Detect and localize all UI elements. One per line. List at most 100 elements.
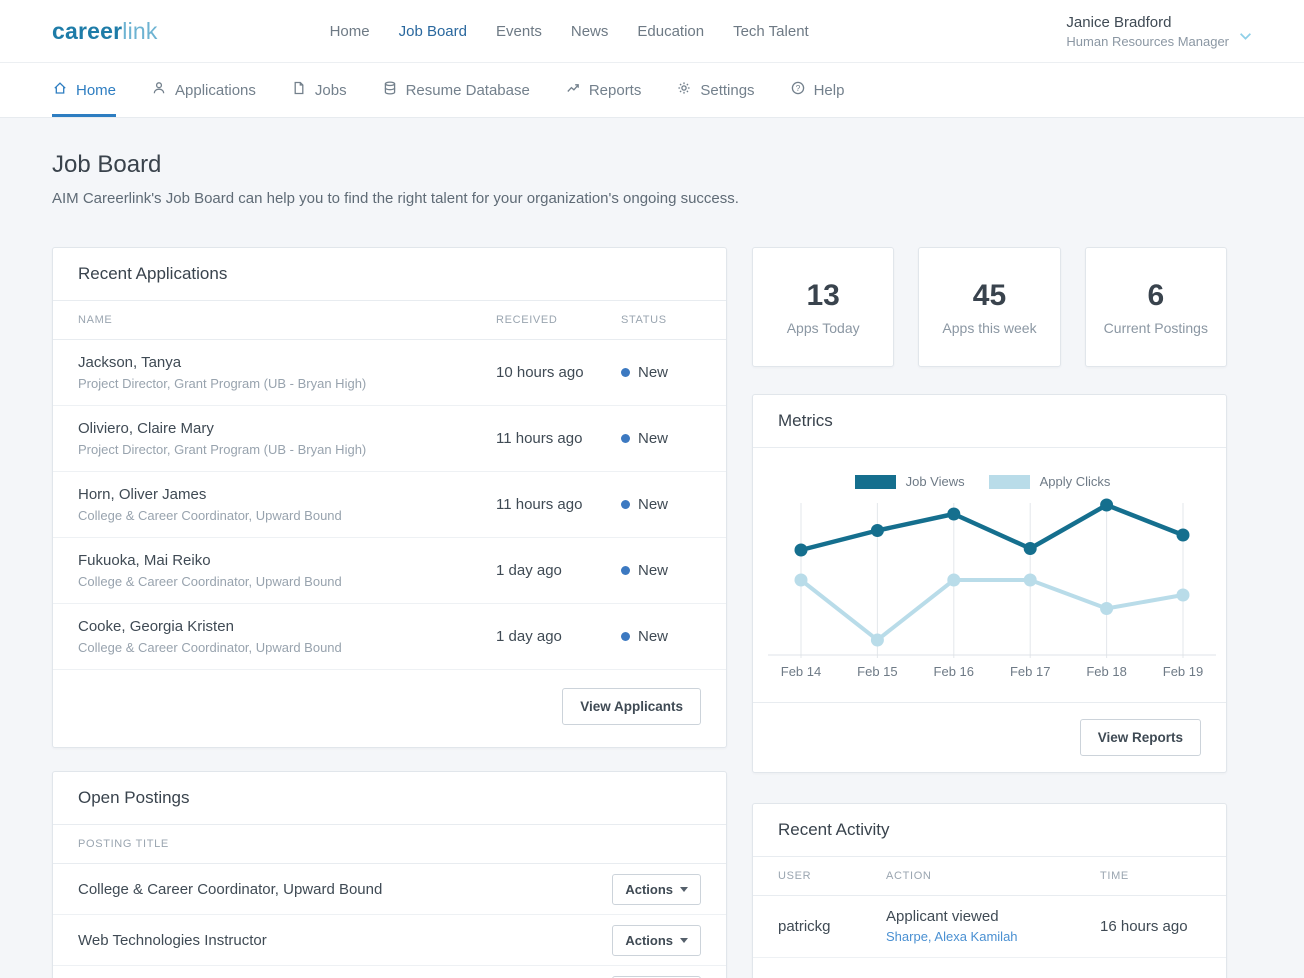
page-subtitle: AIM Careerlink's Job Board can help you … — [52, 190, 1252, 207]
person-icon — [151, 80, 167, 100]
file-icon — [291, 80, 307, 100]
caret-down-icon — [680, 887, 688, 892]
recent-activity-title: Recent Activity — [753, 804, 1226, 857]
top-nav-news[interactable]: News — [571, 23, 609, 40]
status-dot — [621, 566, 630, 575]
column-header-status: STATUS — [621, 314, 701, 326]
top-nav-education[interactable]: Education — [637, 23, 704, 40]
user-role: Human Resources Manager — [1066, 34, 1229, 49]
brand-logo-bold: career — [52, 18, 122, 44]
status-dot — [621, 434, 630, 443]
dashboard-nav-label: Reports — [589, 82, 642, 99]
top-nav-job-board[interactable]: Job Board — [399, 23, 467, 40]
actions-label: Actions — [625, 933, 673, 948]
legend-label-job-views: Job Views — [906, 474, 965, 489]
activity-row-partial — [753, 958, 1226, 978]
status-label: New — [638, 496, 668, 513]
svg-text:Feb 16: Feb 16 — [934, 664, 974, 679]
dashboard-nav: Home Applications Jobs Resume Database R… — [0, 63, 1304, 118]
database-icon — [382, 80, 398, 100]
dashboard-nav-applications[interactable]: Applications — [151, 63, 256, 117]
top-nav-home[interactable]: Home — [330, 23, 370, 40]
column-header-action: ACTION — [886, 870, 1100, 882]
activity-user: patrickg — [778, 918, 886, 935]
application-row[interactable]: Jackson, Tanya Project Director, Grant P… — [53, 340, 726, 406]
applicant-name[interactable]: Cooke, Georgia Kristen — [78, 618, 496, 635]
applicant-position: Project Director, Grant Program (UB - Br… — [78, 376, 496, 391]
app: careerlink Home Job Board Events News Ed… — [0, 0, 1304, 978]
applicant-name[interactable]: Horn, Oliver James — [78, 486, 496, 503]
applicant-name[interactable]: Fukuoka, Mai Reiko — [78, 552, 496, 569]
svg-text:Feb 15: Feb 15 — [857, 664, 897, 679]
status-dot — [621, 632, 630, 641]
actions-dropdown-button[interactable]: Actions — [612, 925, 701, 956]
column-header-user: USER — [778, 870, 886, 882]
dashboard-nav-help[interactable]: ? Help — [790, 63, 845, 117]
stat-card-apps-today: 13 Apps Today — [752, 247, 894, 367]
top-nav-events[interactable]: Events — [496, 23, 542, 40]
dashboard-nav-home[interactable]: Home — [52, 63, 116, 117]
application-row[interactable]: Horn, Oliver James College & Career Coor… — [53, 472, 726, 538]
column-header-name: NAME — [78, 314, 496, 326]
activity-target-link[interactable]: Sharpe, Alexa Kamilah — [886, 929, 1018, 944]
stat-label: Apps Today — [787, 320, 860, 336]
stat-label: Apps this week — [942, 320, 1036, 336]
left-column: Recent Applications NAME RECEIVED STATUS… — [52, 247, 727, 978]
svg-text:Feb 18: Feb 18 — [1086, 664, 1126, 679]
received-value: 1 day ago — [496, 628, 621, 645]
dashboard-nav-resume-database[interactable]: Resume Database — [382, 63, 530, 117]
dashboard-nav-label: Home — [76, 82, 116, 99]
caret-down-icon — [680, 938, 688, 943]
activity-table-header: USER ACTION TIME — [753, 857, 1226, 896]
dashboard-nav-reports[interactable]: Reports — [565, 63, 642, 117]
help-circle-icon: ? — [790, 80, 806, 100]
dashboard-nav-label: Settings — [700, 82, 754, 99]
application-row[interactable]: Fukuoka, Mai Reiko College & Career Coor… — [53, 538, 726, 604]
dashboard-nav-label: Resume Database — [406, 82, 530, 99]
received-value: 1 day ago — [496, 562, 621, 579]
applications-table-header: NAME RECEIVED STATUS — [53, 301, 726, 340]
view-reports-button[interactable]: View Reports — [1080, 719, 1201, 756]
actions-label: Actions — [625, 882, 673, 897]
posting-row: Actions — [53, 966, 726, 978]
application-row[interactable]: Oliviero, Claire Mary Project Director, … — [53, 406, 726, 472]
chart-area: Feb 14 Feb 15 Feb 16 Feb 17 Feb 18 Feb 19 — [753, 495, 1226, 688]
applicant-position: Project Director, Grant Program (UB - Br… — [78, 442, 496, 457]
svg-text:Feb 17: Feb 17 — [1010, 664, 1050, 679]
status-dot — [621, 500, 630, 509]
metrics-card: Metrics Job Views Apply Clicks Feb 14Feb… — [752, 394, 1227, 773]
status-label: New — [638, 364, 668, 381]
brand-logo[interactable]: careerlink — [52, 18, 158, 45]
legend-label-apply-clicks: Apply Clicks — [1040, 474, 1111, 489]
recent-applications-card: Recent Applications NAME RECEIVED STATUS… — [52, 247, 727, 748]
apply-clicks-swatch — [989, 475, 1030, 489]
column-header-posting-title: POSTING TITLE — [78, 838, 701, 850]
svg-text:Feb 14: Feb 14 — [781, 664, 821, 679]
application-row[interactable]: Cooke, Georgia Kristen College & Career … — [53, 604, 726, 670]
metrics-line-chart: Feb 14 Feb 15 Feb 16 Feb 17 Feb 18 Feb 19 — [754, 495, 1227, 683]
top-nav-tech-talent[interactable]: Tech Talent — [733, 23, 809, 40]
posting-row: College & Career Coordinator, Upward Bou… — [53, 864, 726, 915]
user-menu[interactable]: Janice Bradford Human Resources Manager — [1066, 14, 1252, 49]
actions-dropdown-button[interactable]: Actions — [612, 874, 701, 905]
applicant-name[interactable]: Oliviero, Claire Mary — [78, 420, 496, 437]
view-applicants-button[interactable]: View Applicants — [562, 688, 701, 725]
dashboard-nav-jobs[interactable]: Jobs — [291, 63, 347, 117]
gear-icon — [676, 80, 692, 100]
postings-table-header: POSTING TITLE — [53, 825, 726, 864]
trend-up-icon — [565, 80, 581, 100]
page-title: Job Board — [52, 151, 1252, 179]
stat-value: 45 — [973, 279, 1006, 313]
status-dot — [621, 368, 630, 377]
column-header-time: TIME — [1100, 870, 1201, 882]
stat-card-current-postings: 6 Current Postings — [1085, 247, 1227, 367]
user-text: Janice Bradford Human Resources Manager — [1066, 14, 1229, 49]
chevron-down-icon — [1239, 32, 1252, 41]
applicant-name[interactable]: Jackson, Tanya — [78, 354, 496, 371]
svg-text:Feb 19: Feb 19 — [1163, 664, 1203, 679]
status-label: New — [638, 628, 668, 645]
applicant-position: College & Career Coordinator, Upward Bou… — [78, 508, 496, 523]
dashboard-nav-settings[interactable]: Settings — [676, 63, 754, 117]
dashboard-nav-label: Jobs — [315, 82, 347, 99]
posting-row: Web Technologies Instructor Actions — [53, 915, 726, 966]
